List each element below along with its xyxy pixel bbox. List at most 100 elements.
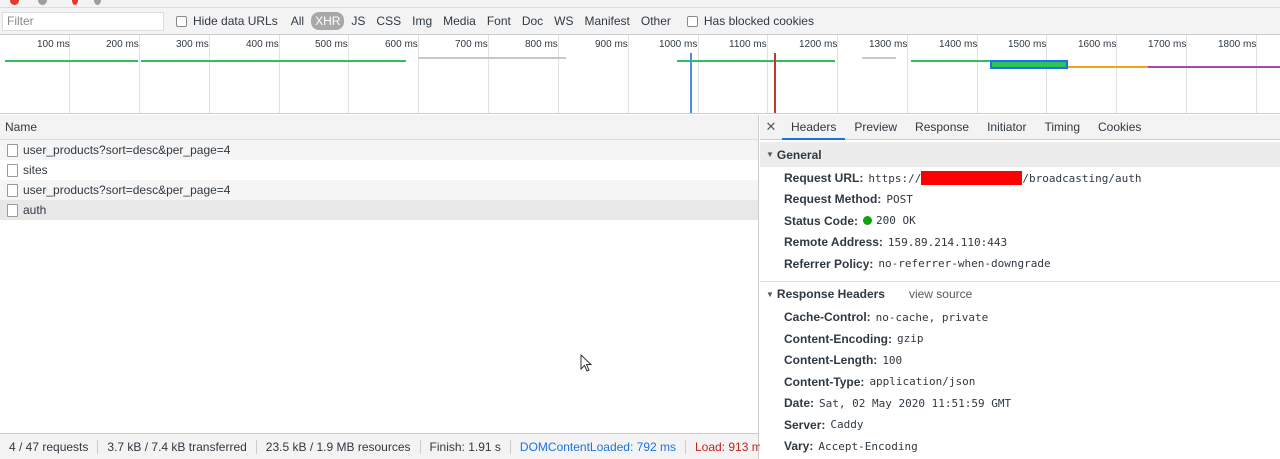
network-filter-bar: Hide data URLs All XHR JS CSS Img Media … (0, 8, 1280, 35)
type-filter-font[interactable]: Font (483, 12, 515, 30)
finish-time: Finish: 1.91 s (421, 439, 511, 454)
filter-input[interactable] (2, 11, 164, 31)
response-header-row: Server: Caddy (760, 414, 1280, 436)
type-filter-css[interactable]: CSS (372, 12, 405, 30)
request-list: Name user_products?sort=desc&per_page=4 … (0, 115, 759, 433)
load-marker (774, 53, 776, 113)
header-value: no-cache, private (875, 310, 989, 324)
request-row[interactable]: user_products?sort=desc&per_page=4 (0, 140, 758, 160)
file-icon (7, 163, 18, 177)
header-key: Cache-Control: (784, 310, 871, 325)
timeline-tick: 700 ms (455, 39, 488, 50)
request-name: user_products?sort=desc&per_page=4 (23, 143, 231, 157)
timeline-request-bar (677, 60, 835, 62)
timeline-tick: 300 ms (176, 39, 209, 50)
header-value: https:// /broadcasting/auth (868, 170, 1142, 185)
timeline-tick: 1500 ms (1008, 39, 1047, 50)
tab-initiator[interactable]: Initiator (978, 115, 1035, 140)
filter-icon[interactable] (72, 0, 78, 5)
triangle-down-icon: ▼ (766, 289, 774, 299)
blocked-cookies-checkbox[interactable]: Has blocked cookies (686, 14, 814, 28)
timeline-request-bar (911, 60, 991, 62)
transferred-size: 3.7 kB / 7.4 kB transferred (98, 439, 257, 454)
mouse-cursor-icon (580, 354, 592, 372)
referrer-policy-row: Referrer Policy: no-referrer-when-downgr… (760, 253, 1280, 275)
header-value: gzip (896, 332, 924, 346)
request-row-selected[interactable]: auth (0, 200, 758, 220)
tab-headers[interactable]: Headers (782, 115, 846, 140)
type-filter-js[interactable]: JS (347, 12, 369, 30)
request-name: sites (23, 163, 48, 177)
request-name: auth (23, 203, 47, 217)
general-section-header[interactable]: ▼ General (760, 142, 1280, 167)
dom-content-loaded-time: DOMContentLoaded: 792 ms (511, 439, 686, 454)
general-section-title: General (776, 147, 822, 162)
timeline-tick: 1700 ms (1148, 39, 1187, 50)
timeline-tick: 1100 ms (729, 39, 767, 50)
timeline-request-bar (5, 60, 138, 62)
name-column-header[interactable]: Name (0, 115, 758, 140)
search-icon[interactable] (94, 0, 101, 5)
type-filter-img[interactable]: Img (408, 12, 436, 30)
request-row[interactable]: user_products?sort=desc&per_page=4 (0, 180, 758, 200)
header-value: Caddy (830, 418, 864, 432)
timeline-overview[interactable]: 100 ms 200 ms 300 ms 400 ms 500 ms 600 m… (0, 35, 1280, 114)
response-header-row: Date: Sat, 02 May 2020 11:51:59 GMT (760, 393, 1280, 415)
clear-icon[interactable] (38, 0, 47, 5)
close-icon[interactable]: ✕ (760, 119, 782, 135)
status-code-row: Status Code: 200 OK (760, 210, 1280, 232)
header-key: Remote Address: (784, 235, 883, 250)
header-key: Vary: (784, 439, 814, 454)
timeline-selection-box[interactable] (990, 60, 1068, 69)
timeline-tick: 1400 ms (939, 39, 978, 50)
name-column-label: Name (5, 120, 38, 134)
request-url-row: Request URL: https:// /broadcasting/auth (760, 167, 1280, 189)
header-key: Content-Type: (784, 374, 865, 389)
response-headers-title: Response Headers (776, 287, 885, 301)
hide-data-urls-label: Hide data URLs (193, 14, 278, 28)
timeline-request-bar (1148, 66, 1280, 68)
response-headers-section-header[interactable]: ▼ Response Headers view source (760, 282, 1280, 307)
timeline-tick: 1800 ms (1218, 39, 1257, 50)
type-filter-other[interactable]: Other (637, 12, 675, 30)
timeline-tick: 100 ms (37, 39, 70, 50)
timeline-request-bar (862, 57, 896, 59)
status-ok-icon (863, 216, 873, 226)
tab-timing[interactable]: Timing (1035, 115, 1089, 140)
tab-cookies[interactable]: Cookies (1089, 115, 1150, 140)
timeline-tick: 800 ms (525, 39, 558, 50)
tab-preview[interactable]: Preview (845, 115, 906, 140)
timeline-tick: 600 ms (385, 39, 418, 50)
network-status-bar: 4 / 47 requests 3.7 kB / 7.4 kB transfer… (0, 433, 768, 459)
header-value: application/json (869, 375, 976, 389)
remote-address-row: Remote Address: 159.89.214.110:443 (760, 232, 1280, 254)
type-filter-ws[interactable]: WS (550, 12, 577, 30)
redacted-block (921, 170, 1023, 185)
url-prefix: https:// (868, 171, 922, 185)
dom-content-loaded-marker (690, 53, 692, 113)
type-filter-doc[interactable]: Doc (518, 12, 547, 30)
view-source-link[interactable]: view source (909, 287, 972, 301)
response-header-row: Cache-Control: no-cache, private (760, 307, 1280, 329)
checkbox-icon[interactable] (176, 15, 187, 27)
checkbox-icon[interactable] (686, 15, 698, 27)
header-value: Accept-Encoding (818, 439, 918, 453)
response-header-row: Content-Type: application/json (760, 371, 1280, 393)
header-key: Referrer Policy: (784, 256, 874, 271)
response-header-row: Content-Length: 100 (760, 350, 1280, 372)
request-row[interactable]: sites (0, 160, 758, 180)
file-icon (7, 143, 18, 157)
devtools-top-toolbar (0, 0, 1280, 8)
header-key: Content-Encoding: (784, 331, 892, 346)
type-filter-manifest[interactable]: Manifest (581, 12, 634, 30)
timeline-tick: 1300 ms (869, 39, 908, 50)
type-filter-xhr[interactable]: XHR (311, 12, 345, 30)
record-icon[interactable] (10, 0, 19, 5)
timeline-tick: 400 ms (246, 39, 279, 50)
timeline-tick: 200 ms (106, 39, 139, 50)
tab-response[interactable]: Response (906, 115, 978, 140)
type-filter-all[interactable]: All (287, 12, 308, 30)
hide-data-urls-checkbox[interactable]: Hide data URLs (176, 14, 278, 28)
type-filter-media[interactable]: Media (439, 12, 480, 30)
header-value: 159.89.214.110:443 (887, 235, 1008, 249)
